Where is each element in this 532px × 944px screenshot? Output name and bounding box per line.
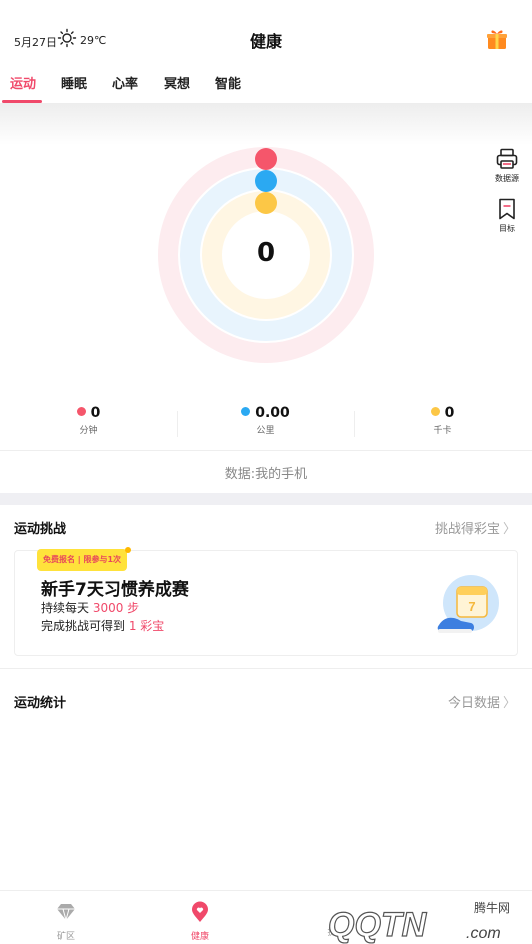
stats-row: 0 分钟 0.00 公里 0 千卡: [0, 405, 532, 445]
minutes-ring-marker: [255, 148, 277, 170]
tab-exercise[interactable]: 运动: [10, 73, 36, 92]
distance-value: 0.00: [255, 405, 290, 421]
data-source-label: 数据源: [495, 174, 519, 183]
tab-heart-rate[interactable]: 心率: [112, 73, 138, 92]
reward-prefix: 完成挑战可得到: [41, 619, 129, 633]
divider: [0, 668, 532, 669]
diamond-icon: [57, 904, 75, 922]
nav-health[interactable]: 健康: [170, 901, 230, 942]
reward-amount: 1 彩宝: [128, 619, 165, 633]
tab-meditation[interactable]: 冥想: [164, 73, 190, 92]
printer-icon: [496, 148, 518, 169]
page-title: 健康: [249, 32, 282, 51]
svg-text:7: 7: [468, 599, 475, 614]
goal-button[interactable]: 目标: [490, 197, 524, 234]
data-source-text[interactable]: 数据:我的手机: [0, 463, 532, 482]
header-shadow-band: [0, 103, 532, 145]
goal-label: 目标: [499, 224, 515, 233]
today-data-link[interactable]: 今日数据〉: [448, 692, 516, 711]
minutes-value: 0: [90, 405, 101, 421]
minutes-dot: [76, 407, 86, 416]
stat-minutes: 0 分钟: [0, 405, 177, 436]
tab-smart[interactable]: 智能: [215, 73, 241, 92]
challenge-card-title: 新手7天习惯养成赛: [41, 580, 189, 600]
stat-calories: 0 千卡: [354, 405, 531, 436]
badge-dot: [125, 547, 131, 553]
requirement-prefix: 持续每天: [41, 601, 93, 615]
statistics-section-title: 运动统计: [14, 696, 67, 711]
calories-value: 0: [444, 405, 455, 421]
nav-health-label: 健康: [190, 932, 209, 942]
svg-text:腾牛网: 腾牛网: [474, 900, 510, 915]
nav-mine-area-label: 矿区: [56, 932, 75, 942]
challenge-link[interactable]: 挑战得彩宝〉: [435, 518, 516, 537]
data-source-button[interactable]: 数据源: [490, 147, 524, 184]
minutes-label: 分钟: [79, 426, 98, 436]
svg-text:.com: .com: [466, 925, 501, 942]
challenge-section-title: 运动挑战: [14, 522, 67, 537]
distance-label: 公里: [256, 426, 275, 436]
challenge-card[interactable]: 免费报名 | 限参与1次 新手7天习惯养成赛 持续每天 3000 步 完成挑战可…: [14, 547, 518, 656]
free-signup-badge: 免费报名 | 限参与1次: [37, 549, 128, 571]
calories-label: 千卡: [433, 426, 452, 436]
calendar-shoe-illustration: 7: [437, 575, 499, 633]
section-separator: [0, 493, 532, 505]
calories-ring-marker: [255, 192, 277, 214]
distance-dot: [241, 407, 251, 416]
challenge-requirement: 持续每天 3000 步: [41, 599, 139, 616]
chevron-right-icon: 〉: [502, 522, 516, 537]
tab-sleep[interactable]: 睡眠: [61, 73, 87, 92]
ring-center-value: 0: [256, 238, 276, 268]
nav-mine-area[interactable]: 矿区: [36, 901, 96, 942]
distance-ring-marker: [255, 170, 277, 192]
bookmark-icon: [499, 198, 515, 220]
gift-icon[interactable]: [485, 27, 509, 51]
requirement-steps: 3000 步: [92, 601, 140, 615]
stat-distance: 0.00 公里: [177, 405, 354, 436]
category-tabs: 运动 睡眠 心率 冥想 智能: [0, 65, 532, 103]
today-data-label: 今日数据: [447, 696, 500, 711]
divider: [0, 450, 532, 451]
chevron-right-icon: 〉: [502, 696, 516, 711]
watermark-logo: QQTN .com 腾牛网: [327, 900, 510, 944]
heart-pin-icon: [192, 901, 208, 922]
top-header: 5月27日 29℃ 健康: [0, 0, 532, 65]
challenge-reward: 完成挑战可得到 1 彩宝: [41, 617, 164, 634]
challenge-link-label: 挑战得彩宝: [434, 522, 500, 537]
calories-dot: [430, 407, 440, 416]
svg-text:QQTN: QQTN: [328, 906, 428, 944]
